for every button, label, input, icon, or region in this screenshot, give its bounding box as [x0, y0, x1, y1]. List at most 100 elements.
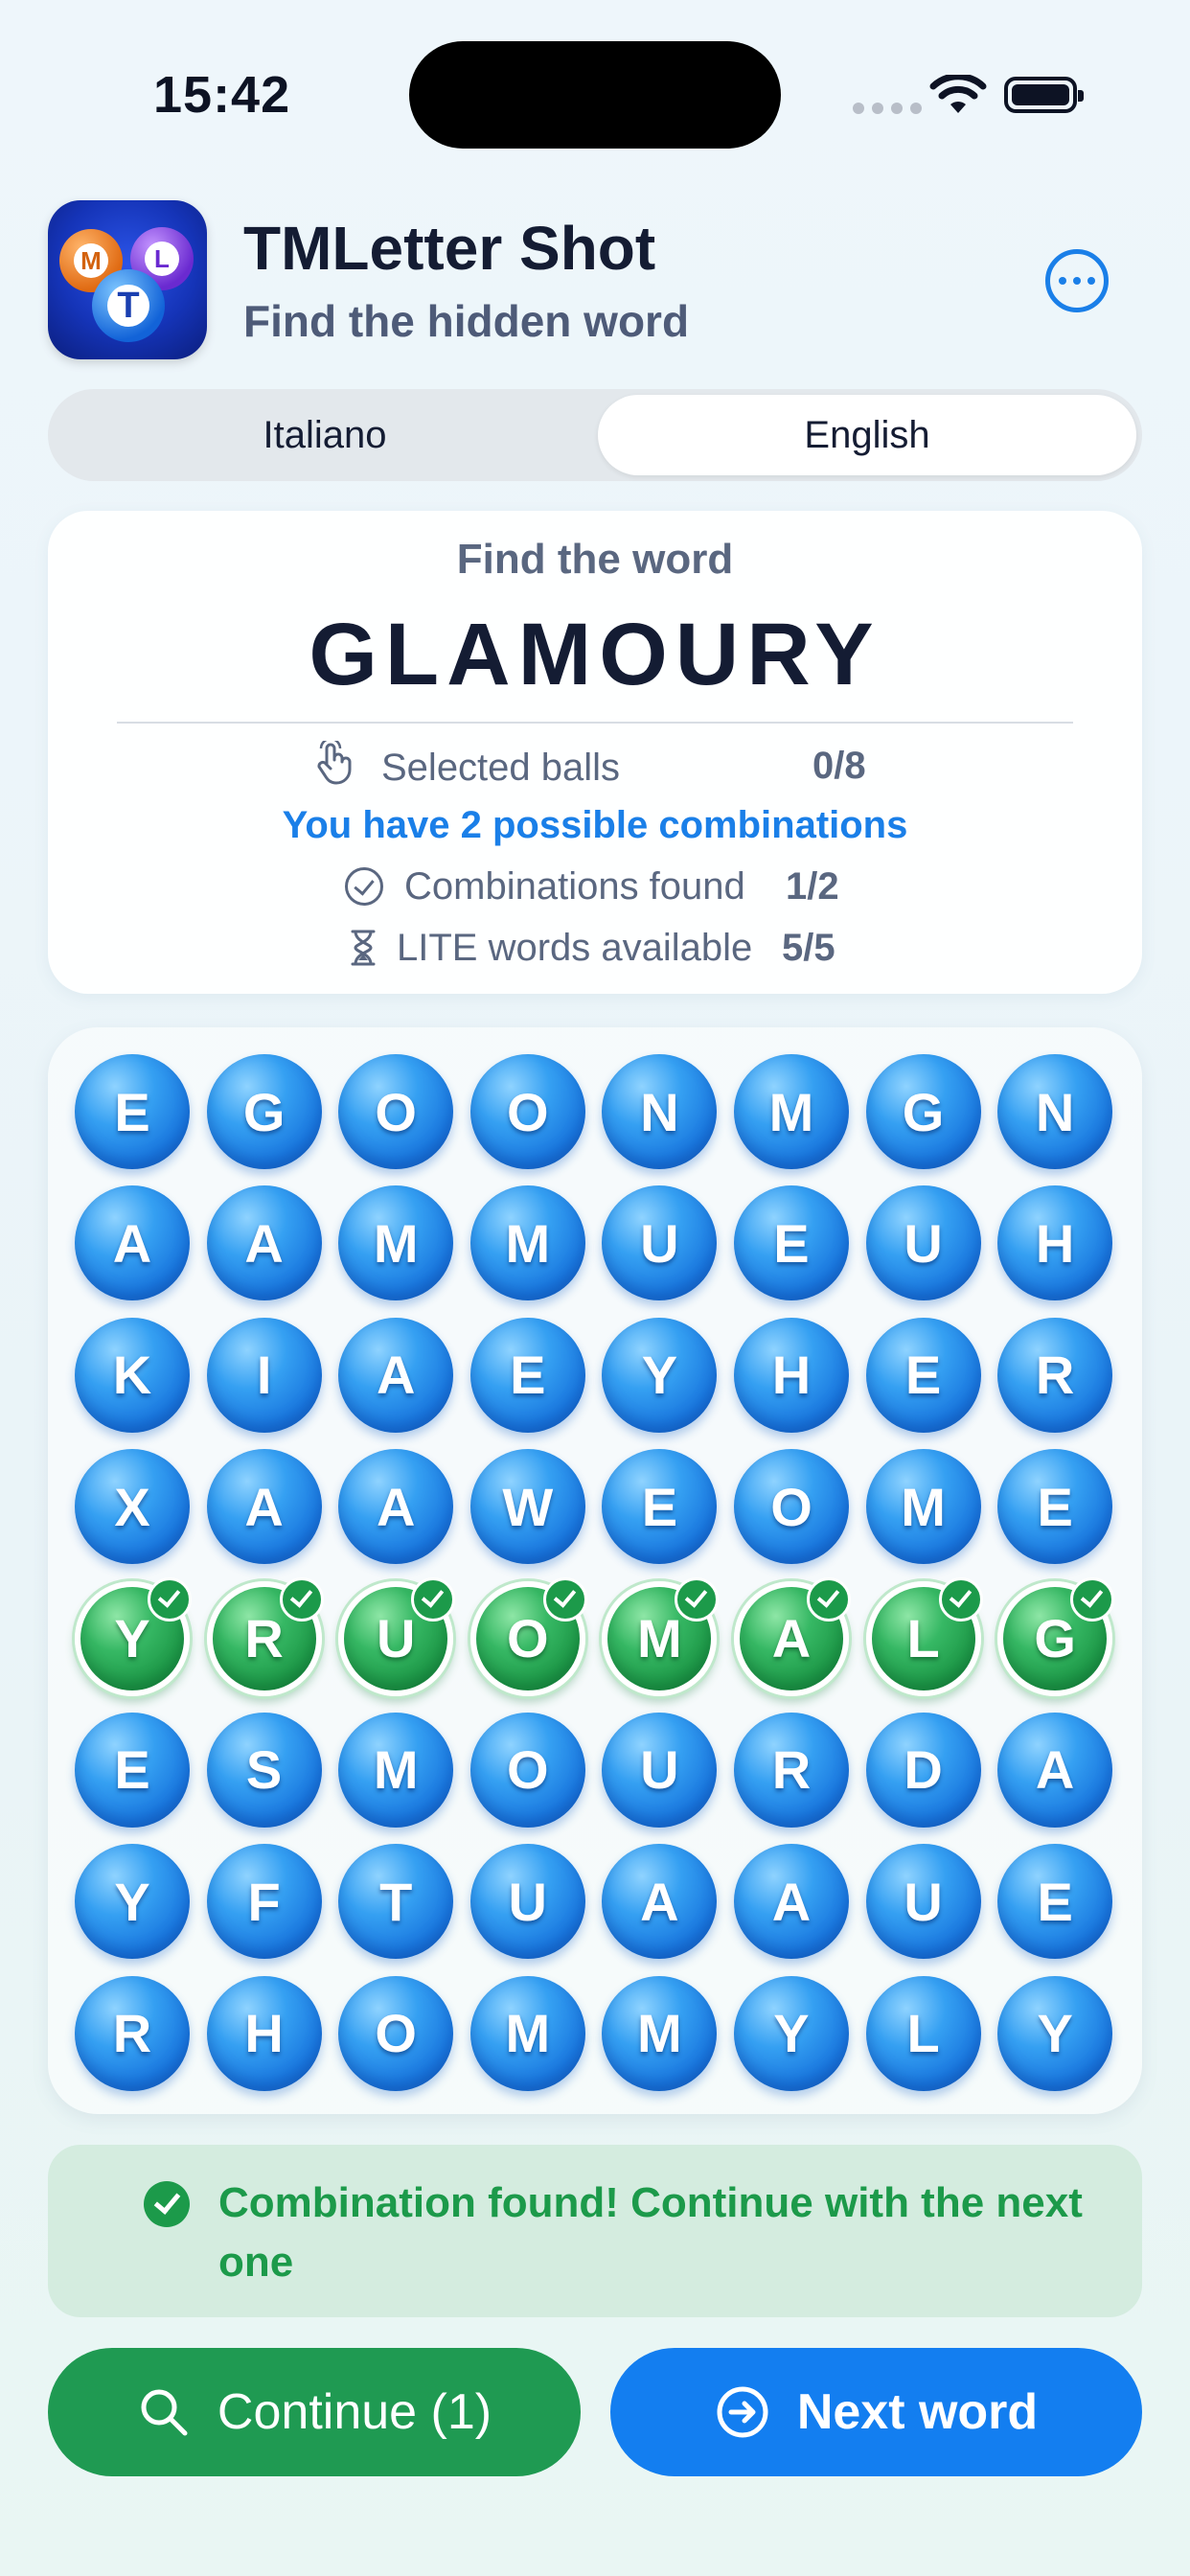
- more-options-button[interactable]: [1045, 249, 1109, 312]
- checkmark-badge-icon: [938, 1576, 983, 1622]
- letter-ball[interactable]: U: [865, 1844, 981, 1960]
- letter-ball[interactable]: H: [997, 1185, 1113, 1301]
- letter-ball[interactable]: O: [469, 1712, 585, 1828]
- letter-ball[interactable]: H: [733, 1317, 849, 1433]
- letter-ball[interactable]: E: [602, 1449, 718, 1565]
- target-word: GLAMOURY: [309, 606, 881, 703]
- letter-ball-found[interactable]: R: [206, 1576, 324, 1696]
- letter-ball[interactable]: M: [338, 1185, 454, 1301]
- letter-ball[interactable]: O: [469, 1054, 585, 1169]
- letter-ball-found[interactable]: G: [997, 1576, 1115, 1696]
- letter-ball[interactable]: A: [206, 1449, 322, 1565]
- letter-ball[interactable]: M: [338, 1712, 454, 1828]
- letter-ball[interactable]: R: [733, 1712, 849, 1828]
- letter-ball[interactable]: U: [469, 1844, 585, 1960]
- letter-ball[interactable]: W: [469, 1449, 585, 1565]
- ball-letter: Y: [773, 2003, 810, 2064]
- letter-ball[interactable]: M: [733, 1054, 849, 1169]
- letter-ball[interactable]: A: [602, 1844, 718, 1960]
- letter-ball[interactable]: A: [338, 1449, 454, 1565]
- letter-ball[interactable]: O: [338, 1975, 454, 2091]
- letter-ball[interactable]: I: [206, 1317, 322, 1433]
- letter-ball[interactable]: R: [997, 1317, 1113, 1433]
- ball-letter: M: [373, 1739, 419, 1801]
- ball-letter: A: [1035, 1739, 1075, 1801]
- letter-ball[interactable]: G: [206, 1054, 322, 1169]
- letter-ball-found[interactable]: M: [602, 1576, 720, 1696]
- letter-ball[interactable]: U: [602, 1185, 718, 1301]
- next-word-button[interactable]: Next word: [610, 2348, 1142, 2476]
- tab-english[interactable]: English: [598, 395, 1136, 475]
- ball-letter: M: [901, 1476, 946, 1537]
- letter-ball-found[interactable]: O: [469, 1576, 587, 1696]
- ball-letter: A: [376, 1476, 416, 1537]
- letter-ball[interactable]: U: [602, 1712, 718, 1828]
- letter-ball[interactable]: Y: [75, 1844, 190, 1960]
- ball-letter: O: [507, 1608, 549, 1669]
- ball-letter: T: [379, 1871, 413, 1932]
- letter-ball[interactable]: Y: [602, 1317, 718, 1433]
- letter-ball[interactable]: A: [733, 1844, 849, 1960]
- letter-ball[interactable]: U: [865, 1185, 981, 1301]
- letter-ball[interactable]: H: [206, 1975, 322, 2091]
- ball-letter: E: [904, 1345, 942, 1406]
- letter-ball-found[interactable]: L: [865, 1576, 983, 1696]
- checkmark-badge-icon: [806, 1576, 851, 1622]
- checkmark-badge-icon: [411, 1576, 456, 1622]
- letter-ball[interactable]: G: [865, 1054, 981, 1169]
- letter-ball[interactable]: A: [997, 1712, 1113, 1828]
- ball-letter: A: [376, 1345, 416, 1406]
- checkmark-badge-icon: [542, 1576, 587, 1622]
- letter-ball[interactable]: M: [469, 1975, 585, 2091]
- letter-ball[interactable]: D: [865, 1712, 981, 1828]
- letter-ball[interactable]: A: [338, 1317, 454, 1433]
- letter-ball[interactable]: E: [865, 1317, 981, 1433]
- letter-ball[interactable]: A: [206, 1185, 322, 1301]
- continue-button[interactable]: Continue (1): [48, 2348, 581, 2476]
- letter-ball-found[interactable]: A: [733, 1576, 851, 1696]
- letter-ball[interactable]: E: [469, 1317, 585, 1433]
- letter-ball[interactable]: E: [75, 1712, 190, 1828]
- letter-ball[interactable]: S: [206, 1712, 322, 1828]
- hourglass-icon: [351, 930, 376, 966]
- ball-letter: O: [507, 1739, 549, 1801]
- letter-ball[interactable]: E: [733, 1185, 849, 1301]
- next-word-button-label: Next word: [796, 2384, 1039, 2440]
- letter-ball[interactable]: N: [602, 1054, 718, 1169]
- letter-ball[interactable]: L: [865, 1975, 981, 2091]
- continue-button-label: Continue (1): [217, 2384, 492, 2440]
- letter-ball[interactable]: A: [75, 1185, 190, 1301]
- ball-letter: F: [247, 1871, 281, 1932]
- ball-letter: R: [112, 2003, 152, 2064]
- ball-letter: E: [114, 1081, 150, 1142]
- letter-ball[interactable]: X: [75, 1449, 190, 1565]
- letter-ball[interactable]: M: [469, 1185, 585, 1301]
- checkmark-badge-icon: [279, 1576, 324, 1622]
- letter-ball[interactable]: N: [997, 1054, 1113, 1169]
- letter-ball[interactable]: M: [602, 1975, 718, 2091]
- language-segmented-control: Italiano English: [48, 389, 1142, 481]
- ball-letter: E: [641, 1476, 678, 1537]
- ball-letter: U: [904, 1212, 943, 1274]
- letter-ball[interactable]: Y: [997, 1975, 1113, 2091]
- ball-letter: U: [640, 1739, 679, 1801]
- letter-grid-panel: E G O O N M G N A A M M U E U H K I A E Y H E R X A A W E O M E Y R U O M A L G…: [48, 1027, 1142, 2114]
- letter-ball[interactable]: F: [206, 1844, 322, 1960]
- letter-ball[interactable]: O: [733, 1449, 849, 1565]
- ball-letter: E: [1037, 1871, 1073, 1932]
- letter-ball[interactable]: E: [997, 1449, 1113, 1565]
- letter-ball[interactable]: K: [75, 1317, 190, 1433]
- letter-ball[interactable]: Y: [733, 1975, 849, 2091]
- ball-letter: N: [1035, 1081, 1075, 1142]
- combinations-found-value: 1/2: [786, 865, 839, 908]
- letter-ball[interactable]: R: [75, 1975, 190, 2091]
- letter-ball-found[interactable]: U: [338, 1576, 456, 1696]
- letter-ball[interactable]: E: [997, 1844, 1113, 1960]
- letter-ball[interactable]: O: [338, 1054, 454, 1169]
- letter-ball-found[interactable]: Y: [75, 1576, 192, 1696]
- arrow-right-circle-icon: [717, 2386, 768, 2438]
- letter-ball[interactable]: M: [865, 1449, 981, 1565]
- letter-ball[interactable]: T: [338, 1844, 454, 1960]
- letter-ball[interactable]: E: [75, 1054, 190, 1169]
- tab-italiano[interactable]: Italiano: [56, 395, 594, 475]
